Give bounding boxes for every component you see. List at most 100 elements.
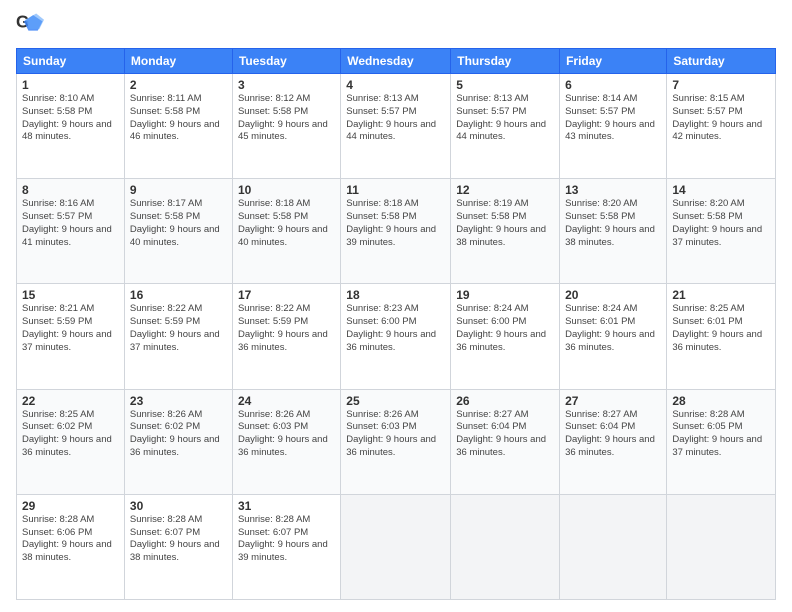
day-info: Sunrise: 8:17 AM Sunset: 5:58 PM Dayligh… xyxy=(130,198,227,249)
day-info: Sunrise: 8:21 AM Sunset: 5:59 PM Dayligh… xyxy=(22,303,119,354)
weekday-wednesday: Wednesday xyxy=(341,49,451,74)
day-info: Sunrise: 8:19 AM Sunset: 5:58 PM Dayligh… xyxy=(456,198,554,249)
logo-icon: G xyxy=(16,12,44,40)
day-number: 31 xyxy=(238,499,335,513)
day-number: 17 xyxy=(238,288,335,302)
calendar-cell: 1 Sunrise: 8:10 AM Sunset: 5:58 PM Dayli… xyxy=(17,74,125,179)
calendar-cell: 10 Sunrise: 8:18 AM Sunset: 5:58 PM Dayl… xyxy=(232,179,340,284)
logo: G xyxy=(16,12,46,40)
day-number: 4 xyxy=(346,78,445,92)
header: G xyxy=(16,12,776,40)
weekday-header-row: SundayMondayTuesdayWednesdayThursdayFrid… xyxy=(17,49,776,74)
calendar-cell: 6 Sunrise: 8:14 AM Sunset: 5:57 PM Dayli… xyxy=(560,74,667,179)
day-info: Sunrise: 8:13 AM Sunset: 5:57 PM Dayligh… xyxy=(346,93,445,144)
day-info: Sunrise: 8:14 AM Sunset: 5:57 PM Dayligh… xyxy=(565,93,661,144)
calendar-cell: 29 Sunrise: 8:28 AM Sunset: 6:06 PM Dayl… xyxy=(17,494,125,599)
calendar-cell xyxy=(341,494,451,599)
calendar-cell: 7 Sunrise: 8:15 AM Sunset: 5:57 PM Dayli… xyxy=(667,74,776,179)
day-info: Sunrise: 8:15 AM Sunset: 5:57 PM Dayligh… xyxy=(672,93,770,144)
day-number: 18 xyxy=(346,288,445,302)
day-number: 20 xyxy=(565,288,661,302)
calendar-cell: 27 Sunrise: 8:27 AM Sunset: 6:04 PM Dayl… xyxy=(560,389,667,494)
calendar-cell: 13 Sunrise: 8:20 AM Sunset: 5:58 PM Dayl… xyxy=(560,179,667,284)
day-info: Sunrise: 8:28 AM Sunset: 6:06 PM Dayligh… xyxy=(22,514,119,565)
day-number: 2 xyxy=(130,78,227,92)
day-number: 3 xyxy=(238,78,335,92)
day-info: Sunrise: 8:13 AM Sunset: 5:57 PM Dayligh… xyxy=(456,93,554,144)
day-info: Sunrise: 8:28 AM Sunset: 6:07 PM Dayligh… xyxy=(238,514,335,565)
day-info: Sunrise: 8:20 AM Sunset: 5:58 PM Dayligh… xyxy=(565,198,661,249)
calendar-cell: 14 Sunrise: 8:20 AM Sunset: 5:58 PM Dayl… xyxy=(667,179,776,284)
day-number: 16 xyxy=(130,288,227,302)
calendar-cell: 15 Sunrise: 8:21 AM Sunset: 5:59 PM Dayl… xyxy=(17,284,125,389)
week-row-1: 1 Sunrise: 8:10 AM Sunset: 5:58 PM Dayli… xyxy=(17,74,776,179)
day-info: Sunrise: 8:26 AM Sunset: 6:02 PM Dayligh… xyxy=(130,409,227,460)
day-number: 26 xyxy=(456,394,554,408)
calendar-cell xyxy=(451,494,560,599)
day-number: 13 xyxy=(565,183,661,197)
calendar-cell: 20 Sunrise: 8:24 AM Sunset: 6:01 PM Dayl… xyxy=(560,284,667,389)
day-info: Sunrise: 8:10 AM Sunset: 5:58 PM Dayligh… xyxy=(22,93,119,144)
weekday-sunday: Sunday xyxy=(17,49,125,74)
day-number: 25 xyxy=(346,394,445,408)
day-info: Sunrise: 8:27 AM Sunset: 6:04 PM Dayligh… xyxy=(456,409,554,460)
week-row-5: 29 Sunrise: 8:28 AM Sunset: 6:06 PM Dayl… xyxy=(17,494,776,599)
day-number: 15 xyxy=(22,288,119,302)
calendar-cell: 26 Sunrise: 8:27 AM Sunset: 6:04 PM Dayl… xyxy=(451,389,560,494)
calendar-cell: 5 Sunrise: 8:13 AM Sunset: 5:57 PM Dayli… xyxy=(451,74,560,179)
week-row-3: 15 Sunrise: 8:21 AM Sunset: 5:59 PM Dayl… xyxy=(17,284,776,389)
day-info: Sunrise: 8:20 AM Sunset: 5:58 PM Dayligh… xyxy=(672,198,770,249)
day-number: 7 xyxy=(672,78,770,92)
day-number: 30 xyxy=(130,499,227,513)
calendar-cell: 25 Sunrise: 8:26 AM Sunset: 6:03 PM Dayl… xyxy=(341,389,451,494)
calendar-cell: 3 Sunrise: 8:12 AM Sunset: 5:58 PM Dayli… xyxy=(232,74,340,179)
day-info: Sunrise: 8:22 AM Sunset: 5:59 PM Dayligh… xyxy=(238,303,335,354)
calendar-cell: 12 Sunrise: 8:19 AM Sunset: 5:58 PM Dayl… xyxy=(451,179,560,284)
calendar-table: SundayMondayTuesdayWednesdayThursdayFrid… xyxy=(16,48,776,600)
day-number: 8 xyxy=(22,183,119,197)
day-info: Sunrise: 8:24 AM Sunset: 6:01 PM Dayligh… xyxy=(565,303,661,354)
calendar-cell: 2 Sunrise: 8:11 AM Sunset: 5:58 PM Dayli… xyxy=(124,74,232,179)
day-number: 27 xyxy=(565,394,661,408)
day-info: Sunrise: 8:18 AM Sunset: 5:58 PM Dayligh… xyxy=(238,198,335,249)
calendar-cell: 23 Sunrise: 8:26 AM Sunset: 6:02 PM Dayl… xyxy=(124,389,232,494)
day-number: 28 xyxy=(672,394,770,408)
calendar-cell: 31 Sunrise: 8:28 AM Sunset: 6:07 PM Dayl… xyxy=(232,494,340,599)
day-number: 5 xyxy=(456,78,554,92)
day-number: 6 xyxy=(565,78,661,92)
day-info: Sunrise: 8:18 AM Sunset: 5:58 PM Dayligh… xyxy=(346,198,445,249)
calendar-cell xyxy=(560,494,667,599)
weekday-friday: Friday xyxy=(560,49,667,74)
day-number: 29 xyxy=(22,499,119,513)
day-number: 11 xyxy=(346,183,445,197)
day-number: 1 xyxy=(22,78,119,92)
day-info: Sunrise: 8:25 AM Sunset: 6:01 PM Dayligh… xyxy=(672,303,770,354)
calendar-cell: 9 Sunrise: 8:17 AM Sunset: 5:58 PM Dayli… xyxy=(124,179,232,284)
calendar-cell: 16 Sunrise: 8:22 AM Sunset: 5:59 PM Dayl… xyxy=(124,284,232,389)
day-number: 19 xyxy=(456,288,554,302)
day-number: 22 xyxy=(22,394,119,408)
calendar-cell: 4 Sunrise: 8:13 AM Sunset: 5:57 PM Dayli… xyxy=(341,74,451,179)
day-info: Sunrise: 8:11 AM Sunset: 5:58 PM Dayligh… xyxy=(130,93,227,144)
calendar-cell: 30 Sunrise: 8:28 AM Sunset: 6:07 PM Dayl… xyxy=(124,494,232,599)
day-number: 23 xyxy=(130,394,227,408)
day-info: Sunrise: 8:28 AM Sunset: 6:07 PM Dayligh… xyxy=(130,514,227,565)
day-number: 10 xyxy=(238,183,335,197)
calendar-cell: 21 Sunrise: 8:25 AM Sunset: 6:01 PM Dayl… xyxy=(667,284,776,389)
weekday-saturday: Saturday xyxy=(667,49,776,74)
day-number: 9 xyxy=(130,183,227,197)
week-row-4: 22 Sunrise: 8:25 AM Sunset: 6:02 PM Dayl… xyxy=(17,389,776,494)
week-row-2: 8 Sunrise: 8:16 AM Sunset: 5:57 PM Dayli… xyxy=(17,179,776,284)
calendar-cell: 8 Sunrise: 8:16 AM Sunset: 5:57 PM Dayli… xyxy=(17,179,125,284)
calendar-cell xyxy=(667,494,776,599)
weekday-monday: Monday xyxy=(124,49,232,74)
day-info: Sunrise: 8:26 AM Sunset: 6:03 PM Dayligh… xyxy=(346,409,445,460)
day-info: Sunrise: 8:12 AM Sunset: 5:58 PM Dayligh… xyxy=(238,93,335,144)
calendar-cell: 11 Sunrise: 8:18 AM Sunset: 5:58 PM Dayl… xyxy=(341,179,451,284)
day-number: 12 xyxy=(456,183,554,197)
day-number: 24 xyxy=(238,394,335,408)
calendar-cell: 28 Sunrise: 8:28 AM Sunset: 6:05 PM Dayl… xyxy=(667,389,776,494)
calendar-cell: 19 Sunrise: 8:24 AM Sunset: 6:00 PM Dayl… xyxy=(451,284,560,389)
weekday-thursday: Thursday xyxy=(451,49,560,74)
day-info: Sunrise: 8:16 AM Sunset: 5:57 PM Dayligh… xyxy=(22,198,119,249)
